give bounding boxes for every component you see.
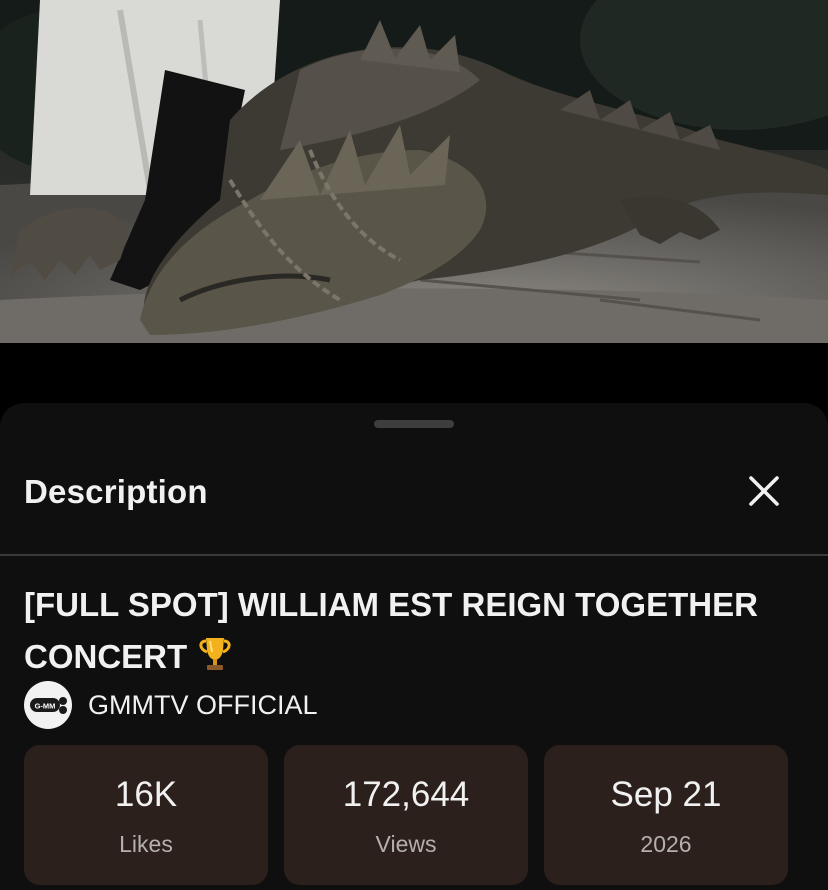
screen: Description [FULL SPOT] WILLIAM EST REIG…	[0, 0, 828, 890]
likes-card: 16K Likes	[24, 745, 268, 885]
drag-handle[interactable]	[374, 420, 454, 428]
video-title-text: [FULL SPOT] WILLIAM EST REIGN TOGETHER C…	[24, 586, 758, 675]
channel-row[interactable]: G-MM GMMTV OFFICIAL	[24, 681, 318, 729]
views-card: 172,644 Views	[284, 745, 528, 885]
close-button[interactable]	[732, 463, 796, 519]
gmmtv-logo-icon: G-MM	[30, 697, 67, 714]
channel-name[interactable]: GMMTV OFFICIAL	[88, 690, 318, 721]
svg-text:G-MM: G-MM	[35, 702, 56, 711]
video-player[interactable]	[0, 0, 828, 343]
sheet-title: Description	[24, 473, 208, 510]
video-title: [FULL SPOT] WILLIAM EST REIGN TOGETHER C…	[24, 579, 794, 689]
likes-label: Likes	[119, 831, 173, 857]
video-letterbox	[0, 343, 828, 405]
date-card: Sep 21 2026	[544, 745, 788, 885]
date-year: 2026	[640, 831, 692, 857]
divider	[0, 554, 828, 556]
stats-row: 16K Likes 172,644 Views Sep 21 2026	[24, 745, 804, 885]
video-frame-image	[0, 0, 828, 343]
views-label: Views	[375, 831, 437, 857]
sheet-header: Description	[0, 463, 828, 555]
channel-avatar[interactable]: G-MM	[24, 681, 72, 729]
likes-value: 16K	[114, 775, 178, 814]
views-value: 172,644	[342, 775, 470, 814]
close-icon	[749, 476, 779, 506]
date-value: Sep 21	[610, 775, 722, 814]
description-sheet: Description [FULL SPOT] WILLIAM EST REIG…	[0, 403, 828, 890]
